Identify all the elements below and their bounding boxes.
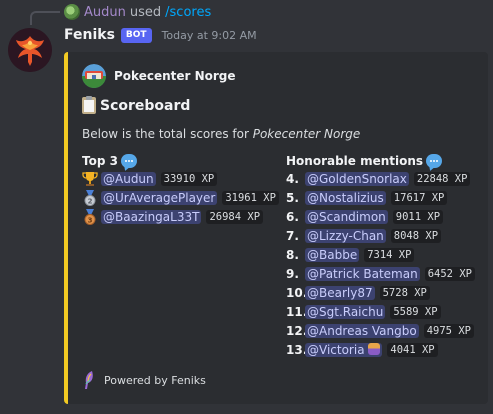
embed-description: Below is the total scores for Pokecenter… bbox=[82, 127, 360, 141]
top3-field: Top 3 @Audun 33910 XP 2 @UrAveragePlayer… bbox=[82, 152, 279, 226]
description-server-name: Pokecenter Norge bbox=[252, 127, 361, 141]
xp-value: 8048 XP bbox=[390, 228, 442, 243]
rank-number: 12. bbox=[286, 323, 308, 338]
phoenix-icon bbox=[8, 28, 52, 72]
rank-number: 10. bbox=[286, 285, 308, 300]
top3-row: 3 @BaazingaL33T 26984 XP bbox=[82, 207, 279, 226]
embed-author-name[interactable]: Pokecenter Norge bbox=[114, 69, 236, 83]
rank-number: 7. bbox=[286, 228, 299, 243]
xp-value: 5589 XP bbox=[390, 304, 441, 319]
xp-value: 6452 XP bbox=[424, 266, 475, 281]
xp-value: 4975 XP bbox=[423, 323, 474, 338]
rank-number: 4. bbox=[286, 171, 299, 186]
rank-number: 9. bbox=[286, 266, 299, 281]
command-reply-header[interactable]: Audun used /scores bbox=[64, 3, 211, 21]
honorable-row: 9. @Patrick Bateman 6452 XP bbox=[286, 264, 475, 283]
message-header: Feniks BOT Today at 9:02 AM bbox=[64, 24, 257, 46]
xp-value: 31961 XP bbox=[222, 190, 279, 205]
xp-value: 26984 XP bbox=[206, 209, 264, 224]
rank-number: 11. bbox=[286, 304, 308, 319]
user-mention[interactable]: @Scandimon bbox=[305, 209, 388, 224]
embed-footer: Powered by Feniks bbox=[82, 370, 206, 390]
xp-value: 22848 XP bbox=[413, 171, 471, 186]
bot-name[interactable]: Feniks bbox=[64, 27, 115, 43]
footer-text: Powered by Feniks bbox=[104, 373, 206, 387]
xp-value: 5728 XP bbox=[379, 285, 430, 300]
xp-value: 4041 XP bbox=[387, 342, 438, 357]
third-place-medal-icon: 3 bbox=[82, 208, 98, 225]
honorable-row: 8. @Babbe 7314 XP bbox=[286, 245, 475, 264]
honorable-row: 13. @Victoria 4041 XP bbox=[286, 340, 475, 359]
pokecenter-logo-icon bbox=[82, 64, 106, 88]
user-mention[interactable]: @Babbe bbox=[305, 247, 360, 262]
honorable-row: 5. @Nostalizius 17617 XP bbox=[286, 188, 475, 207]
user-mention-text: @Victoria bbox=[307, 342, 365, 357]
embed-author: Pokecenter Norge bbox=[82, 64, 236, 88]
speech-balloon-icon bbox=[120, 153, 137, 168]
top3-field-name: Top 3 bbox=[82, 152, 279, 169]
bot-badge: BOT bbox=[120, 27, 152, 43]
top3-field-title: Top 3 bbox=[82, 153, 118, 168]
honorable-row: 12. @Andreas Vangbo 4975 XP bbox=[286, 321, 475, 340]
xp-value: 17617 XP bbox=[390, 190, 448, 205]
honorable-mentions-field: Honorable mentions 4. @GoldenSnorlax 228… bbox=[286, 152, 475, 359]
embed-title: Scoreboard bbox=[82, 96, 191, 114]
scoreboard-embed: Pokecenter Norge Scoreboard Below is the… bbox=[64, 52, 488, 404]
slash-command[interactable]: /scores bbox=[165, 5, 211, 20]
user-mention[interactable]: @BaazingaL33T bbox=[101, 209, 202, 224]
embed-title-text: Scoreboard bbox=[100, 97, 191, 114]
second-place-medal-icon: 2 bbox=[82, 189, 98, 206]
xp-value: 9011 XP bbox=[392, 209, 444, 224]
bot-avatar[interactable] bbox=[8, 28, 52, 72]
xp-value: 33910 XP bbox=[160, 171, 218, 186]
honorable-field-name: Honorable mentions bbox=[286, 152, 475, 169]
user-mention[interactable]: @Nostalizius bbox=[305, 190, 386, 205]
user-mention[interactable]: @UrAveragePlayer bbox=[101, 190, 218, 205]
user-mention[interactable]: @GoldenSnorlax bbox=[305, 171, 409, 186]
message-timestamp[interactable]: Today at 9:02 AM bbox=[162, 29, 257, 42]
user-mention[interactable]: @Bearly87 bbox=[305, 285, 375, 300]
honorable-row: 4. @GoldenSnorlax 22848 XP bbox=[286, 169, 475, 188]
top3-row: 2 @UrAveragePlayer 31961 XP bbox=[82, 188, 279, 207]
reply-username[interactable]: Audun bbox=[84, 5, 126, 20]
description-prefix: Below is the total scores for bbox=[82, 127, 253, 141]
rank-number: 8. bbox=[286, 247, 299, 262]
reply-connector bbox=[30, 11, 60, 25]
user-mention[interactable]: @Patrick Bateman bbox=[305, 266, 420, 281]
reply-used-text: used bbox=[129, 4, 162, 20]
user-mention[interactable]: @Andreas Vangbo bbox=[305, 323, 419, 338]
honorable-row: 6. @Scandimon 9011 XP bbox=[286, 207, 475, 226]
rank-number: 13. bbox=[286, 342, 308, 357]
svg-text:2: 2 bbox=[88, 197, 93, 205]
feather-icon bbox=[82, 370, 96, 390]
xp-value: 7314 XP bbox=[364, 247, 415, 262]
honorable-row: 7. @Lizzy-Chan 8048 XP bbox=[286, 226, 475, 245]
honorable-field-title: Honorable mentions bbox=[286, 153, 424, 168]
user-mention[interactable]: @Audun bbox=[101, 171, 156, 186]
user-mention[interactable]: @Lizzy-Chan bbox=[305, 228, 386, 243]
svg-text:3: 3 bbox=[88, 216, 93, 224]
user-mention[interactable]: @Victoria bbox=[305, 342, 383, 357]
honorable-row: 11. @Sgt.Raichu 5589 XP bbox=[286, 302, 475, 321]
rank-number: 5. bbox=[286, 190, 299, 205]
top3-row: @Audun 33910 XP bbox=[82, 169, 279, 188]
user-mention[interactable]: @Sgt.Raichu bbox=[305, 304, 386, 319]
user-avatar-icon[interactable] bbox=[64, 4, 80, 20]
speech-balloon-icon bbox=[426, 153, 443, 168]
person-emoji-icon bbox=[368, 342, 381, 355]
honorable-row: 10. @Bearly87 5728 XP bbox=[286, 283, 475, 302]
clipboard-icon bbox=[82, 96, 96, 114]
trophy-icon bbox=[82, 171, 98, 187]
rank-number: 6. bbox=[286, 209, 299, 224]
